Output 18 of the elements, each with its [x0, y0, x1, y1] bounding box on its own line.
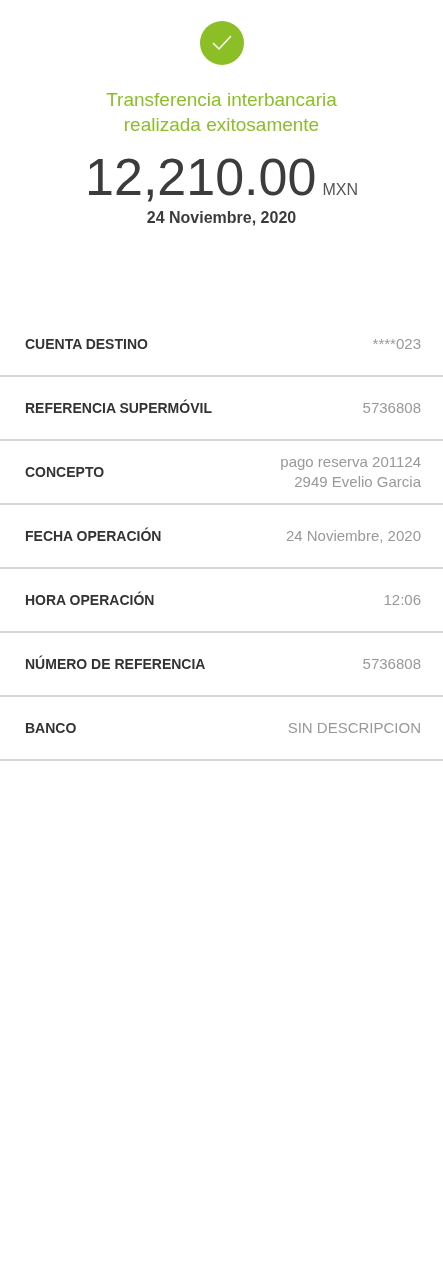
detail-label: NÚMERO DE REFERENCIA [25, 656, 206, 672]
detail-label: REFERENCIA SUPERMÓVIL [25, 400, 212, 416]
amount: 12,210.00 [85, 147, 317, 208]
detail-value: 5736808 [362, 398, 421, 418]
currency: MXN [322, 181, 358, 199]
detail-value: SIN DESCRIPCION [287, 718, 421, 738]
detail-value: 24 Noviembre, 2020 [285, 526, 421, 546]
status-message: Transferencia interbancaria realizada exitosamente [105, 88, 338, 137]
detail-label: HORA OPERACIÓN [25, 592, 155, 608]
transfer-date: 24 Noviembre, 2020 [146, 209, 297, 227]
detail-label: BANCO [25, 720, 77, 736]
detail-value: 5736808 [362, 654, 421, 674]
detail-value: ****023 [372, 334, 421, 354]
detail-label: CUENTA DESTINO [25, 336, 148, 352]
detail-label: CONCEPTO [25, 464, 105, 480]
detail-value: pago reserva 201124 2949 Evelio Garcia [280, 452, 421, 492]
detail-value: 12:06 [383, 590, 421, 610]
detail-label: FECHA OPERACIÓN [25, 528, 162, 544]
